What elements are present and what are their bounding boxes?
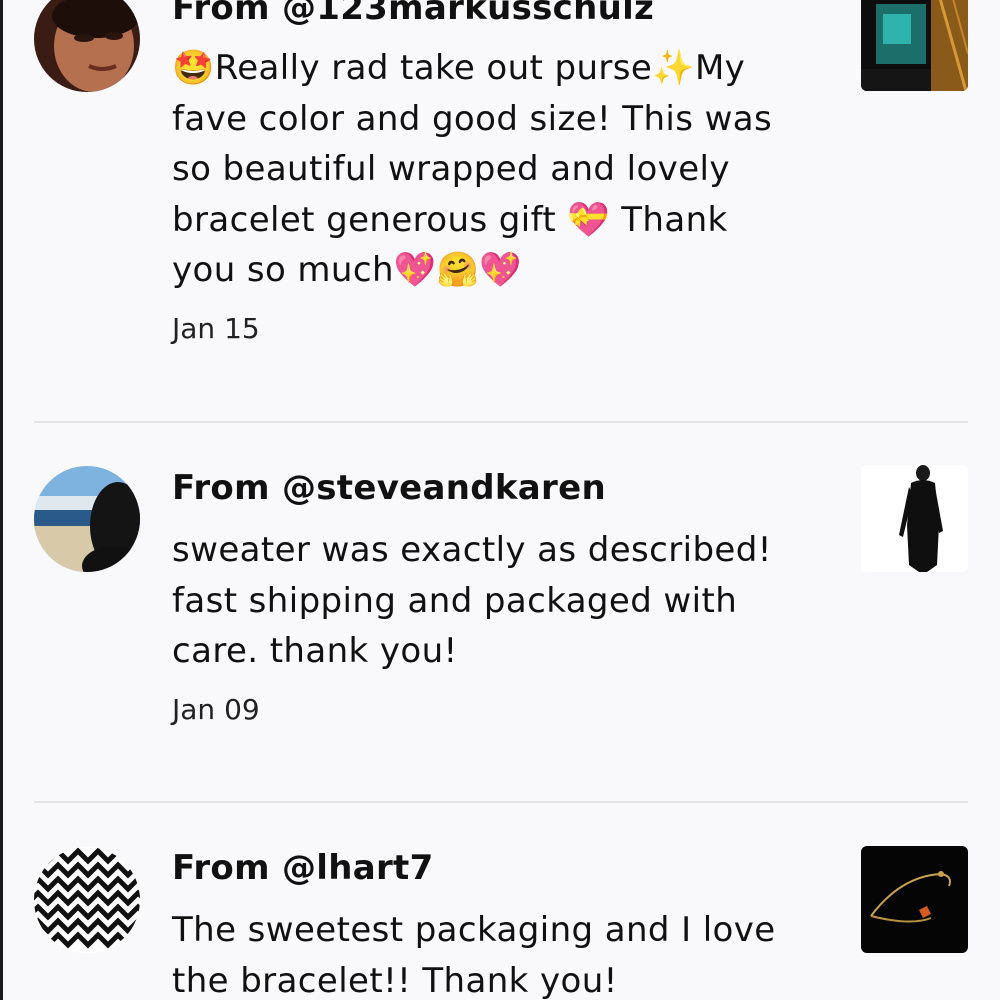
review-text-line: care. thank you! [172, 631, 458, 671]
divider [34, 421, 968, 423]
reviewer-avatar[interactable] [34, 466, 140, 572]
reviewer-avatar[interactable] [34, 847, 140, 953]
review-author[interactable]: From @123markusschulz [172, 0, 654, 28]
review-text-line: bracelet generous gift 💝 Thank [172, 199, 728, 240]
review-text: The sweetest packaging and I love the br… [172, 905, 812, 1000]
divider [34, 801, 968, 803]
left-edge [0, 0, 3, 1000]
review-text-line: fave color and good size! This was [172, 98, 773, 139]
reviews-screen: From @123markusschulz 🤩Really rad take o… [0, 0, 1000, 1000]
item-thumbnail[interactable] [861, 0, 968, 91]
item-thumbnail[interactable] [861, 465, 968, 572]
review-text-line: fast shipping and packaged with [172, 580, 738, 621]
review-author[interactable]: From @steveandkaren [172, 468, 606, 508]
review-text-line: so beautiful wrapped and lovely [172, 149, 730, 189]
review-text-line: sweater was exactly as described! [172, 530, 772, 570]
review-text: 🤩Really rad take out purse✨My fave color… [172, 43, 812, 296]
review-text-line: you so much💖🤗💖 [172, 250, 523, 290]
review-text-line: 🤩Really rad take out purse✨My [172, 48, 746, 88]
review-date: Jan 09 [172, 693, 260, 726]
reviewer-avatar[interactable] [34, 0, 140, 92]
review-author[interactable]: From @lhart7 [172, 848, 434, 888]
item-thumbnail[interactable] [861, 846, 968, 953]
review-text-line: the bracelet!! Thank you! [172, 960, 618, 1000]
review-text: sweater was exactly as described! fast s… [172, 525, 812, 677]
review-text-line: The sweetest packaging and I love [172, 910, 776, 950]
review-date: Jan 15 [172, 312, 260, 345]
